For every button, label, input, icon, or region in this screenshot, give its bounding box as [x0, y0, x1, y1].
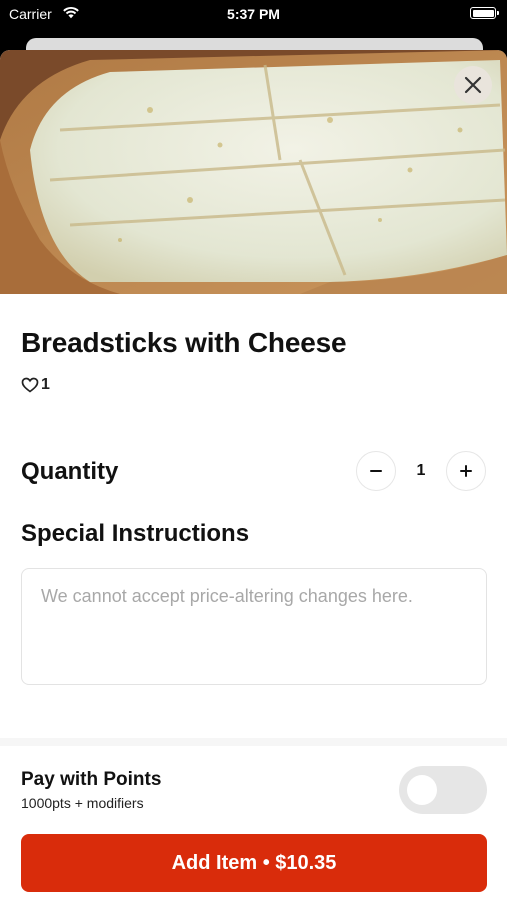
close-icon: [464, 76, 482, 94]
quantity-label: Quantity: [21, 458, 119, 485]
special-instructions-input[interactable]: [21, 568, 487, 685]
screen: Carrier 5:37 PM Breadsticks with Cheese …: [0, 0, 507, 900]
item-photo: [0, 50, 507, 294]
add-item-button[interactable]: Add Item • $10.35: [21, 834, 487, 892]
item-detail-sheet: Breadsticks with Cheese 1 Quantity 1 Spe…: [0, 50, 507, 900]
plus-icon: [460, 465, 472, 477]
increase-quantity-button[interactable]: [446, 451, 486, 491]
pay-with-points-label: Pay with Points: [21, 769, 162, 790]
heart-icon: [21, 377, 39, 393]
battery-icon: [470, 7, 499, 19]
pay-with-points-toggle[interactable]: [399, 766, 487, 814]
decrease-quantity-button[interactable]: [356, 451, 396, 491]
status-time: 5:37 PM: [227, 6, 280, 22]
item-title: Breadsticks with Cheese: [21, 327, 347, 358]
close-button[interactable]: [454, 66, 492, 104]
special-instructions-label: Special Instructions: [21, 520, 250, 547]
like-button[interactable]: 1: [21, 376, 50, 394]
quantity-value: 1: [416, 462, 426, 479]
likes-count: 1: [41, 376, 50, 393]
status-bar: Carrier 5:37 PM: [0, 0, 507, 30]
minus-icon: [370, 470, 382, 472]
points-cost-label: 1000pts + modifiers: [21, 795, 144, 811]
toggle-knob: [407, 775, 437, 805]
add-item-label: Add Item • $10.35: [171, 851, 337, 874]
footer-divider: [0, 738, 507, 746]
